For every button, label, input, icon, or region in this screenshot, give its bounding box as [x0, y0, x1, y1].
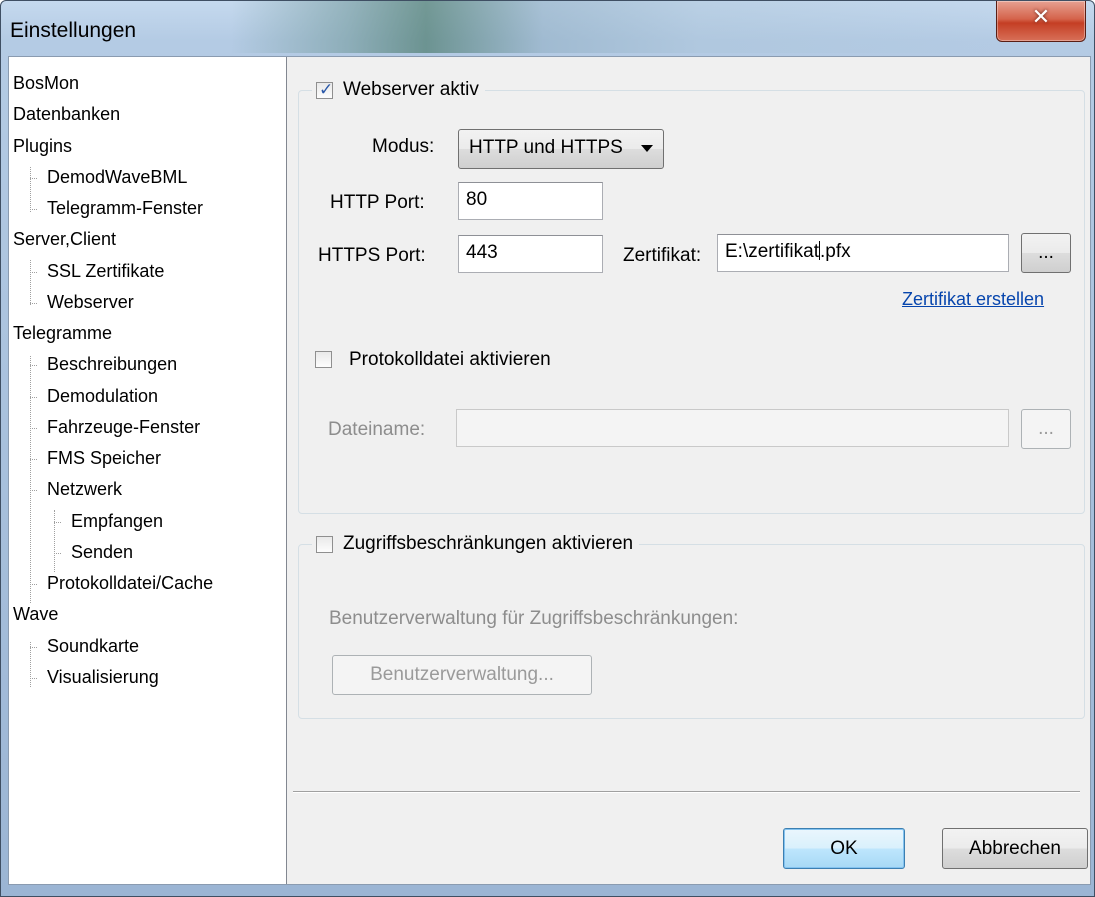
tree-line: [30, 642, 31, 687]
http-port-value: 80: [466, 189, 488, 210]
browse-button-label: ...: [1038, 418, 1054, 439]
https-port-label: HTTPS Port:: [318, 245, 426, 266]
tree-item-plugins[interactable]: Plugins: [13, 136, 72, 156]
logfile-checkbox[interactable]: [315, 351, 332, 368]
logfile-checkbox-label[interactable]: Protokolldatei aktivieren: [349, 349, 551, 371]
tree-item-fahrzeuge-fenster[interactable]: Fahrzeuge-Fenster: [47, 417, 200, 437]
dialog-client-area: BosMon Datenbanken Plugins DemodWaveBML Tele…: [8, 56, 1091, 885]
user-management-label: Benutzerverwaltung für Zugriffsbeschränk…: [329, 608, 739, 629]
tree-item-fms-speicher[interactable]: FMS Speicher: [47, 448, 161, 468]
chevron-down-icon: [641, 145, 653, 152]
close-button[interactable]: ✕: [996, 1, 1086, 42]
https-port-value: 443: [466, 242, 498, 263]
filename-input[interactable]: [456, 409, 1009, 447]
certificate-input[interactable]: E:\zertifikat.pfx: [717, 234, 1009, 272]
webserver-checkbox[interactable]: ✓: [316, 79, 334, 100]
tree-line: [30, 209, 37, 210]
tree-line: [54, 521, 61, 523]
tree-item-wave[interactable]: Wave: [13, 604, 58, 624]
certificate-value-start: E:\zertifikat: [725, 241, 819, 262]
filename-label: Dateiname:: [328, 419, 426, 440]
http-port-label: HTTP Port:: [330, 192, 425, 213]
webserver-checkbox-label[interactable]: Webserver aktiv: [343, 79, 479, 101]
access-checkbox[interactable]: [316, 535, 333, 553]
tree-line: [30, 459, 37, 460]
tree-item-empfangen[interactable]: Empfangen: [71, 511, 163, 531]
tree-item-netzwerk[interactable]: Netzwerk: [47, 479, 122, 499]
window-title: Einstellungen: [10, 19, 137, 42]
settings-panel: ✓ Webserver aktiv Modus: HTTP und HTTPS …: [287, 57, 1090, 884]
tree-line: [30, 490, 37, 492]
certificate-value-end: .pfx: [819, 241, 851, 262]
certificate-browse-button[interactable]: ...: [1021, 233, 1071, 273]
title-bar[interactable]: Einstellungen ✕: [1, 1, 1094, 56]
tree-line: [30, 427, 37, 429]
tree-item-senden[interactable]: Senden: [71, 542, 133, 562]
settings-tree[interactable]: BosMon Datenbanken Plugins DemodWaveBML Tele…: [9, 57, 287, 884]
user-management-button[interactable]: Benutzerverwaltung...: [332, 655, 592, 695]
tree-line: [30, 356, 31, 603]
tree-item-server-client[interactable]: Server,Client: [13, 229, 116, 249]
tree-line: [30, 177, 37, 179]
tree-item-ssl-zertifikate[interactable]: SSL Zertifikate: [47, 261, 164, 281]
tree-item-soundkarte[interactable]: Soundkarte: [47, 636, 139, 656]
webserver-legend: ✓ Webserver aktiv: [312, 77, 485, 103]
tree-item-bosmon[interactable]: BosMon: [13, 73, 79, 93]
mode-label: Modus:: [372, 136, 435, 157]
button-separator: [293, 791, 1080, 793]
ok-button[interactable]: OK: [783, 828, 905, 869]
close-icon: ✕: [1031, 5, 1051, 30]
access-legend: Zugriffsbeschränkungen aktivieren: [312, 531, 640, 557]
http-port-input[interactable]: 80: [458, 182, 603, 220]
tree-line: [54, 552, 61, 554]
tree-line: [30, 646, 37, 648]
tree-item-webserver[interactable]: Webserver: [47, 292, 134, 312]
ok-button-label: OK: [830, 837, 858, 859]
tree-line: [30, 167, 31, 212]
tree-item-protokolldatei-cache[interactable]: Protokolldatei/Cache: [47, 573, 213, 593]
tree-line: [30, 365, 37, 367]
cancel-button[interactable]: Abbrechen: [942, 828, 1088, 869]
tree-item-telegramm-fenster[interactable]: Telegramm-Fenster: [47, 198, 203, 218]
checkmark-icon: ✓: [319, 79, 334, 100]
access-checkbox-label[interactable]: Zugriffsbeschränkungen aktivieren: [343, 533, 633, 555]
tree-line: [30, 677, 37, 679]
user-management-button-label: Benutzerverwaltung...: [370, 664, 554, 685]
tree-line: [30, 584, 37, 585]
tree-item-datenbanken[interactable]: Datenbanken: [13, 104, 120, 124]
create-certificate-link[interactable]: Zertifikat erstellen: [902, 289, 1044, 310]
tree-line: [30, 271, 37, 273]
https-port-input[interactable]: 443: [458, 235, 603, 273]
title-bar-background: [231, 1, 1011, 53]
tree-line: [30, 396, 37, 398]
tree-line: [30, 302, 37, 304]
certificate-label: Zertifikat:: [623, 245, 702, 266]
tree-item-demodwavebml[interactable]: DemodWaveBML: [47, 167, 187, 187]
tree-line: [54, 510, 55, 572]
tree-item-visualisierung[interactable]: Visualisierung: [47, 667, 159, 687]
tree-item-telegramme[interactable]: Telegramme: [13, 323, 112, 343]
tree-item-beschreibungen[interactable]: Beschreibungen: [47, 354, 177, 374]
tree-item-demodulation[interactable]: Demodulation: [47, 386, 158, 406]
cancel-button-label: Abbrechen: [969, 837, 1061, 859]
mode-dropdown[interactable]: HTTP und HTTPS: [458, 129, 664, 169]
settings-window: Einstellungen ✕ BosMon Datenbanken Plugins…: [0, 0, 1095, 897]
filename-browse-button[interactable]: ...: [1021, 409, 1071, 449]
mode-value: HTTP und HTTPS: [469, 137, 623, 158]
tree-line: [30, 260, 31, 305]
browse-button-label: ...: [1038, 242, 1054, 263]
